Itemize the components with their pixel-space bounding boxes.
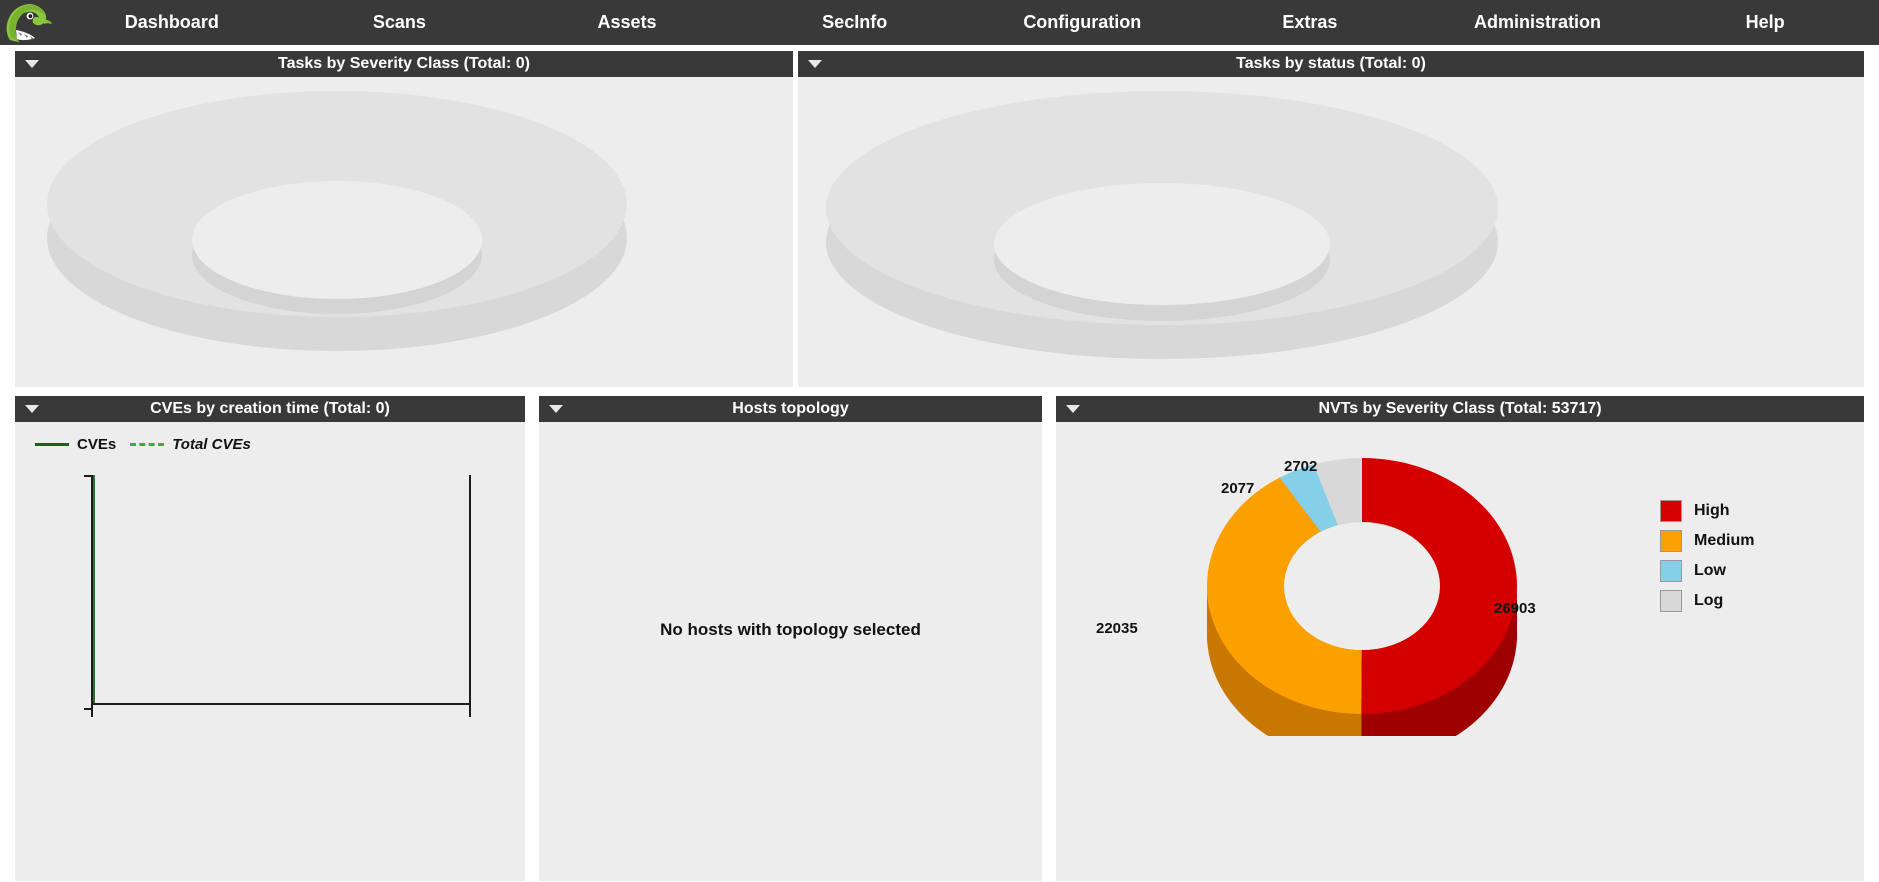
legend-label: Log	[1694, 592, 1724, 609]
panel-header: Hosts topology	[539, 396, 1042, 422]
legend-label: Low	[1694, 562, 1726, 579]
chevron-down-icon[interactable]	[1066, 396, 1080, 422]
chart-legend-cves: CVEs Total CVEs	[35, 436, 251, 453]
legend-entry-medium[interactable]: Medium	[1660, 530, 1754, 552]
legend-swatch-medium	[1660, 530, 1682, 552]
legend-label: Medium	[1694, 532, 1755, 549]
slice-value-medium: 22035	[1096, 620, 1138, 637]
empty-donut-chart-tasks-severity	[47, 91, 627, 351]
legend-entry-total-cves[interactable]: Total CVEs	[130, 436, 251, 453]
nav-item-administration[interactable]: Administration	[1424, 0, 1652, 45]
legend-swatch-high	[1660, 500, 1682, 522]
panel-body: CVEs Total CVEs	[15, 422, 525, 881]
legend-entry-low[interactable]: Low	[1660, 560, 1754, 582]
x-axis-tick-right	[469, 703, 471, 717]
chevron-down-icon[interactable]	[25, 51, 39, 77]
slice-value-low: 2077	[1221, 480, 1255, 497]
panel-body	[798, 77, 1864, 387]
x-axis-tick-left	[91, 703, 93, 717]
panel-header: Tasks by Severity Class (Total: 0)	[15, 51, 793, 77]
donut-chart-nvts-by-severity[interactable]	[1062, 436, 1652, 736]
chart-legend-nvts: High Medium Low Log	[1660, 500, 1754, 612]
navigation-items: Dashboard Scans Assets SecInfo Configura…	[58, 0, 1879, 45]
empty-state-message: No hosts with topology selected	[660, 620, 921, 639]
panel-header: CVEs by creation time (Total: 0)	[15, 396, 525, 422]
panel-tasks-by-severity-class: Tasks by Severity Class (Total: 0)	[14, 50, 794, 388]
panel-tasks-by-status: Tasks by status (Total: 0)	[797, 50, 1865, 388]
legend-line-solid-icon	[35, 443, 69, 446]
legend-label: Total CVEs	[172, 436, 251, 453]
greenbone-dragon-logo[interactable]	[2, 0, 58, 45]
slice-value-log: 2702	[1284, 458, 1318, 475]
panel-title: Tasks by Severity Class (Total: 0)	[278, 55, 530, 72]
panel-title: NVTs by Severity Class (Total: 53717)	[1318, 400, 1602, 417]
y-axis-tick-top	[84, 475, 93, 477]
panel-body	[15, 77, 793, 387]
cve-chart-plot-area	[84, 475, 471, 717]
main-navigation-bar: Dashboard Scans Assets SecInfo Configura…	[0, 0, 1879, 45]
chevron-down-icon[interactable]	[549, 396, 563, 422]
y-axis-left-accent	[93, 475, 95, 705]
panel-body: No hosts with topology selected	[539, 422, 1042, 881]
panel-header: Tasks by status (Total: 0)	[798, 51, 1864, 77]
nav-item-assets[interactable]: Assets	[513, 0, 741, 45]
x-axis	[91, 703, 471, 705]
nav-item-help[interactable]: Help	[1651, 0, 1879, 45]
panel-body: 26903 22035 2077 2702 High Medium Low Lo…	[1056, 422, 1864, 881]
panel-title: Hosts topology	[732, 400, 849, 417]
legend-line-dashed-icon	[130, 443, 165, 446]
nvt-donut-container: 26903 22035 2077 2702 High Medium Low Lo…	[1056, 422, 1864, 881]
nav-item-scans[interactable]: Scans	[286, 0, 514, 45]
nav-item-configuration[interactable]: Configuration	[969, 0, 1197, 45]
panel-title: CVEs by creation time (Total: 0)	[150, 400, 390, 417]
panel-nvts-by-severity-class: NVTs by Severity Class (Total: 53717) 26…	[1055, 395, 1865, 882]
legend-swatch-log	[1660, 590, 1682, 612]
panel-header: NVTs by Severity Class (Total: 53717)	[1056, 396, 1864, 422]
legend-entry-log[interactable]: Log	[1660, 590, 1754, 612]
dashboard-grid: Tasks by Severity Class (Total: 0) Tasks…	[0, 45, 1879, 882]
legend-swatch-low	[1660, 560, 1682, 582]
legend-entry-cves[interactable]: CVEs	[35, 436, 116, 453]
nav-item-dashboard[interactable]: Dashboard	[58, 0, 286, 45]
legend-entry-high[interactable]: High	[1660, 500, 1754, 522]
empty-donut-chart-tasks-status	[826, 91, 1498, 359]
chevron-down-icon[interactable]	[25, 396, 39, 422]
y-axis-right	[469, 475, 471, 705]
nav-item-extras[interactable]: Extras	[1196, 0, 1424, 45]
legend-label: High	[1694, 502, 1730, 519]
legend-label: CVEs	[77, 436, 117, 453]
panel-title: Tasks by status (Total: 0)	[1236, 55, 1426, 72]
panel-cves-by-creation-time: CVEs by creation time (Total: 0) CVEs To…	[14, 395, 526, 882]
nav-item-secinfo[interactable]: SecInfo	[741, 0, 969, 45]
chevron-down-icon[interactable]	[808, 51, 822, 77]
slice-value-high: 26903	[1494, 600, 1536, 617]
panel-hosts-topology: Hosts topology No hosts with topology se…	[538, 395, 1043, 882]
